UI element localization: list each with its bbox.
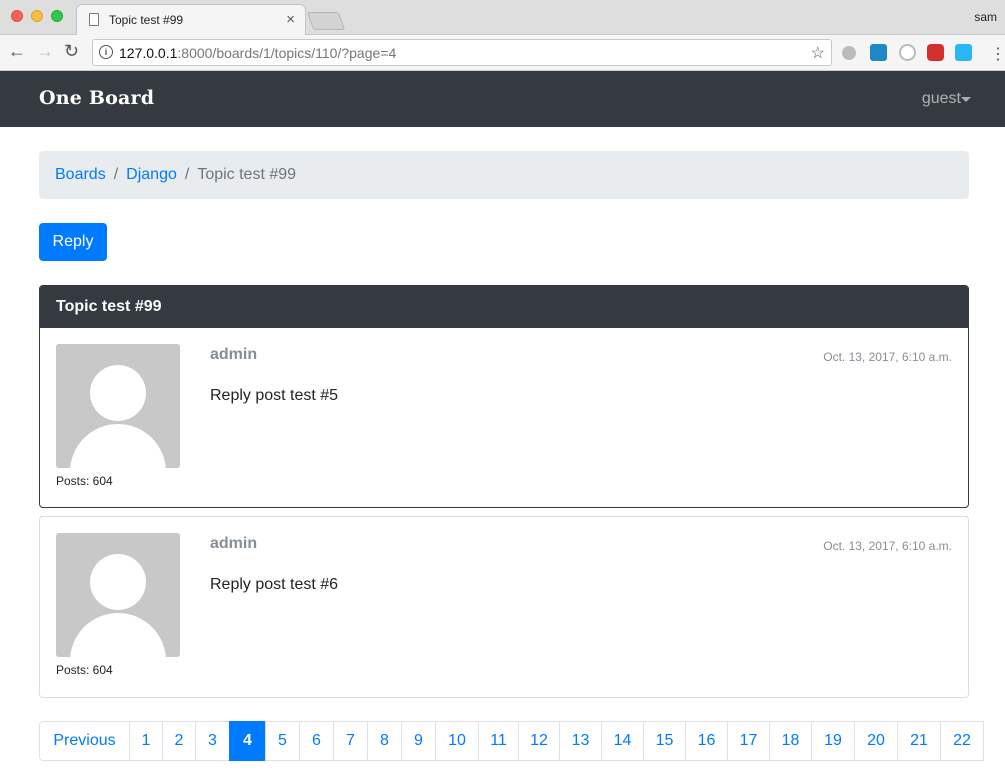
reply-button[interactable]: Reply	[39, 223, 107, 261]
breadcrumb-django[interactable]: Django	[126, 166, 177, 184]
address-bar[interactable]: i 127.0.0.1:8000/boards/1/topics/110/?pa…	[92, 39, 832, 66]
page-link-5[interactable]: 5	[265, 721, 300, 761]
post-card: Posts: 604 admin Oct. 13, 2017, 6:10 a.m…	[39, 516, 969, 698]
browser-tab-bar: Topic test #99 × sam	[0, 0, 1005, 35]
new-tab-button[interactable]	[306, 12, 346, 30]
breadcrumb-separator: /	[184, 166, 190, 183]
page-link-18[interactable]: 18	[769, 721, 812, 761]
reload-icon[interactable]: ↻	[64, 41, 79, 62]
minimize-window-button[interactable]	[31, 10, 43, 22]
page-link-1[interactable]: 1	[129, 721, 163, 761]
post-count: Posts: 604	[56, 474, 113, 488]
page-link-13[interactable]: 13	[559, 721, 602, 761]
book-extension-icon[interactable]	[955, 44, 972, 61]
page-link-16[interactable]: 16	[685, 721, 728, 761]
post-message: Reply post test #6	[210, 576, 339, 593]
page-link-12[interactable]: 12	[518, 721, 560, 761]
tab-title: Topic test #99	[109, 13, 184, 27]
post-author: admin	[210, 535, 258, 552]
page-link-2[interactable]: 2	[162, 721, 196, 761]
post-date: Oct. 13, 2017, 6:10 a.m.	[823, 350, 952, 364]
page-link-20[interactable]: 20	[854, 721, 898, 761]
post-card: Topic test #99 Posts: 604 admin Oct. 13,…	[39, 285, 969, 508]
previous-page-link[interactable]: Previous	[39, 721, 130, 761]
post-date: Oct. 13, 2017, 6:10 a.m.	[823, 539, 952, 553]
pagination: Previous 1 2 3 4 5 6 7 8 9 10 11 12 13 14 15 16 17 18 19 20…	[39, 721, 984, 761]
close-tab-icon[interactable]: ×	[286, 11, 295, 28]
profile-name[interactable]: sam	[974, 10, 997, 24]
brand-logo[interactable]: One Board	[39, 87, 154, 109]
breadcrumb: Boards / Django / Topic test #99	[39, 151, 969, 199]
back-arrow-icon[interactable]: ←	[8, 41, 26, 62]
page-link-17[interactable]: 17	[727, 721, 770, 761]
user-silhouette-icon	[56, 533, 180, 657]
music-extension-icon[interactable]	[842, 46, 856, 60]
browser-menu-icon[interactable]: ⋮	[990, 44, 1005, 64]
user-silhouette-icon	[56, 344, 180, 468]
breadcrumb-boards[interactable]: Boards	[55, 166, 106, 184]
site-navbar: One Board guest	[0, 71, 1005, 127]
circle-extension-icon[interactable]	[899, 44, 916, 61]
avatar	[56, 533, 180, 657]
post-message: Reply post test #5	[210, 387, 339, 404]
avatar	[56, 344, 180, 468]
breadcrumb-separator: /	[113, 166, 119, 183]
page-link-6[interactable]: 6	[299, 721, 334, 761]
page-link-22[interactable]: 22	[940, 721, 984, 761]
page-link-19[interactable]: 19	[811, 721, 855, 761]
url-text: 127.0.0.1:8000/boards/1/topics/110/?page…	[119, 45, 397, 61]
user-menu[interactable]: guest	[922, 90, 961, 108]
page-link-4[interactable]: 4	[229, 721, 266, 761]
close-window-button[interactable]	[11, 10, 23, 22]
page-link-3[interactable]: 3	[195, 721, 230, 761]
page-link-14[interactable]: 14	[601, 721, 644, 761]
forward-arrow-icon[interactable]: →	[36, 41, 54, 62]
info-icon[interactable]: i	[99, 45, 113, 59]
post-count: Posts: 604	[56, 663, 113, 677]
page-link-9[interactable]: 9	[401, 721, 436, 761]
post-author: admin	[210, 346, 258, 363]
caret-down-icon[interactable]	[961, 97, 971, 102]
breadcrumb-current: Topic test #99	[197, 166, 297, 183]
browser-toolbar: ← → ↻ i 127.0.0.1:8000/boards/1/topics/1…	[0, 35, 1005, 71]
media-extension-icon[interactable]	[927, 44, 944, 61]
maximize-window-button[interactable]	[51, 10, 63, 22]
bookmark-star-icon[interactable]: ☆	[811, 43, 825, 63]
camera-extension-icon[interactable]	[870, 44, 887, 61]
page-link-11[interactable]: 11	[478, 721, 519, 761]
page-icon	[89, 13, 99, 26]
browser-tab[interactable]: Topic test #99 ×	[76, 4, 306, 35]
topic-title: Topic test #99	[40, 286, 968, 328]
page-link-10[interactable]: 10	[435, 721, 479, 761]
page-link-15[interactable]: 15	[643, 721, 686, 761]
page-link-7[interactable]: 7	[333, 721, 368, 761]
page-link-8[interactable]: 8	[367, 721, 402, 761]
page-link-21[interactable]: 21	[897, 721, 941, 761]
